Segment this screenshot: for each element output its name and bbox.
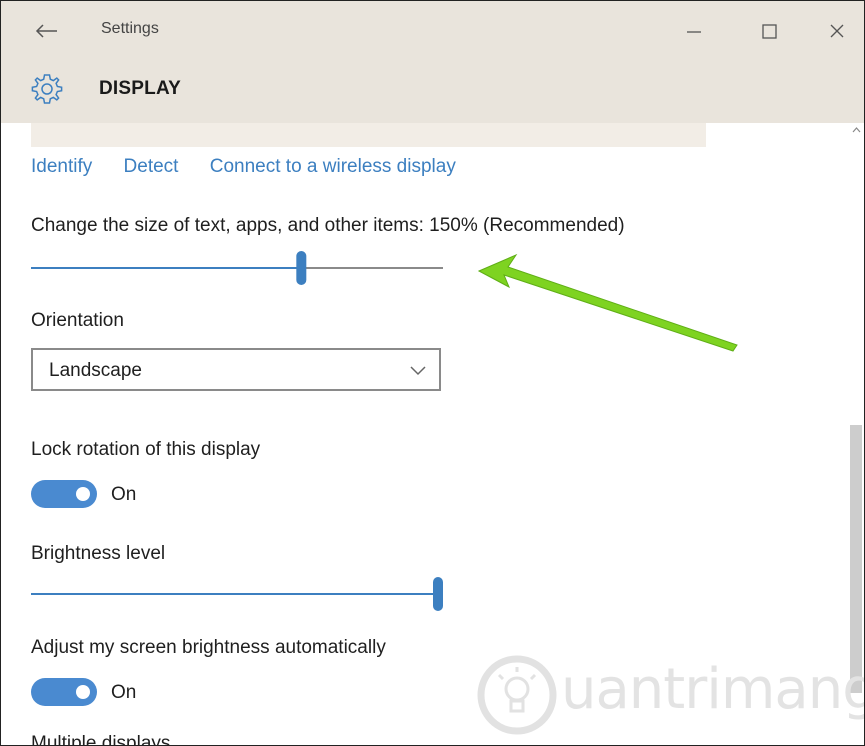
auto-brightness-label: Adjust my screen brightness automaticall… [31, 637, 386, 658]
brightness-slider-thumb[interactable] [433, 577, 443, 611]
close-button[interactable] [813, 9, 857, 53]
orientation-dropdown[interactable]: Landscape [31, 348, 441, 391]
chevron-down-icon [410, 366, 426, 376]
vertical-scrollbar[interactable] [849, 123, 864, 745]
brightness-slider[interactable] [31, 575, 451, 615]
lightbulb-logo-icon [477, 655, 557, 735]
settings-window: Settings DISPLAY Identify Detect Connect… [0, 0, 865, 746]
display-preview-area [31, 123, 706, 147]
maximize-button[interactable] [747, 9, 791, 53]
window-title: Settings [101, 20, 159, 37]
scroll-up-icon[interactable] [849, 123, 864, 137]
scale-slider[interactable] [31, 249, 451, 289]
auto-brightness-toggle[interactable] [31, 678, 97, 706]
close-icon [830, 24, 844, 38]
lock-rotation-state: On [111, 484, 137, 505]
orientation-label: Orientation [31, 310, 124, 331]
scale-label: Change the size of text, apps, and other… [31, 215, 625, 236]
scale-slider-thumb[interactable] [296, 251, 307, 285]
wireless-display-link[interactable]: Connect to a wireless display [210, 156, 456, 178]
title-bar: Settings [1, 1, 864, 63]
lock-rotation-label: Lock rotation of this display [31, 439, 261, 460]
orientation-value: Landscape [49, 360, 142, 381]
watermark-text: uantrimang [561, 657, 865, 722]
gear-icon [31, 74, 63, 104]
identify-link[interactable]: Identify [31, 156, 92, 178]
auto-brightness-state: On [111, 682, 137, 703]
page-header: DISPLAY [1, 63, 864, 123]
display-links: Identify Detect Connect to a wireless di… [31, 156, 482, 178]
multiple-displays-label: Multiple displays [31, 733, 171, 746]
maximize-icon [762, 24, 777, 39]
detect-link[interactable]: Detect [124, 156, 179, 178]
lock-rotation-toggle[interactable] [31, 480, 97, 508]
minimize-icon [687, 31, 701, 33]
minimize-button[interactable] [671, 9, 715, 53]
page-title: DISPLAY [99, 78, 182, 99]
green-arrow-annotation [477, 253, 738, 352]
back-arrow-icon [35, 24, 57, 38]
watermark: uantrimang [471, 653, 865, 745]
brightness-label: Brightness level [31, 543, 166, 564]
back-button[interactable] [27, 11, 67, 51]
